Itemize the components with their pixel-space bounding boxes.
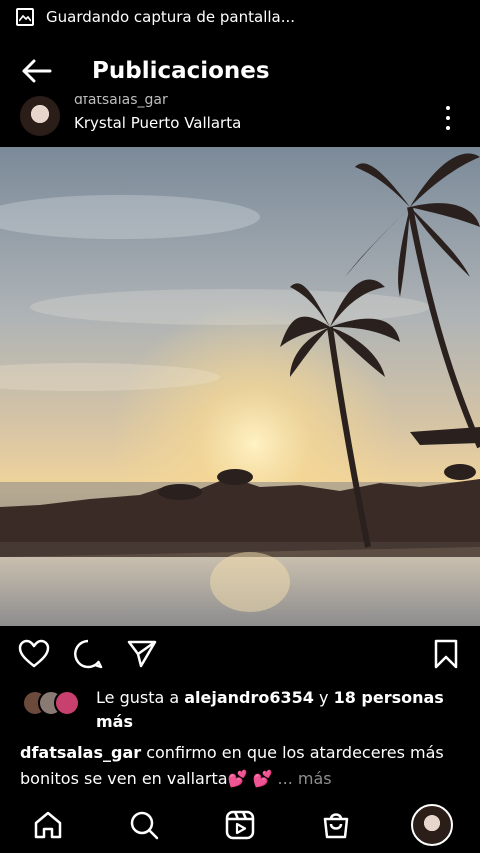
liker-avatar xyxy=(54,690,80,716)
bottom-navigation xyxy=(0,796,480,853)
nav-profile[interactable] xyxy=(408,801,456,849)
likes-prefix: Le gusta a xyxy=(96,688,185,707)
share-button[interactable] xyxy=(124,636,160,672)
top-app-bar: Publicaciones xyxy=(0,46,480,96)
post-image[interactable] xyxy=(0,147,480,626)
more-vertical-icon xyxy=(446,106,450,110)
post-author-avatar[interactable] xyxy=(20,96,60,136)
caption-ellipsis: ... xyxy=(272,769,298,788)
post-author-username[interactable]: dfatsalas_gar xyxy=(74,96,168,108)
nav-home[interactable] xyxy=(24,801,72,849)
search-icon xyxy=(130,811,159,839)
nav-search[interactable] xyxy=(120,801,168,849)
post-actions xyxy=(0,636,480,678)
home-icon xyxy=(34,811,62,838)
liker-username[interactable]: alejandro6354 xyxy=(184,688,314,707)
nav-reels[interactable] xyxy=(216,801,264,849)
bookmark-icon xyxy=(434,639,458,669)
more-dot xyxy=(446,126,450,130)
back-button[interactable] xyxy=(16,51,56,91)
caption-more-link[interactable]: más xyxy=(298,769,332,788)
status-text: Guardando captura de pantalla... xyxy=(46,8,296,26)
like-button[interactable] xyxy=(16,636,52,672)
profile-avatar xyxy=(411,803,453,846)
post-options-button[interactable] xyxy=(438,106,458,130)
post-location[interactable]: Krystal Puerto Vallarta xyxy=(74,114,241,132)
page-title: Publicaciones xyxy=(92,58,270,84)
screenshot-icon xyxy=(16,8,34,26)
comment-button[interactable] xyxy=(70,636,106,672)
shop-icon xyxy=(323,812,349,838)
send-icon xyxy=(127,640,157,668)
caption-username[interactable]: dfatsalas_gar xyxy=(20,743,141,762)
likes-text: Le gusta a alejandro6354 y 18 personas m… xyxy=(96,686,466,734)
arrow-left-icon xyxy=(22,59,52,83)
status-bar: Guardando captura de pantalla... xyxy=(0,0,480,34)
reels-icon xyxy=(225,810,255,839)
save-button[interactable] xyxy=(428,636,464,672)
post-caption: dfatsalas_gar confirmo en que los atarde… xyxy=(20,740,460,792)
heart-icon xyxy=(18,639,50,668)
post-header: dfatsalas_gar Krystal Puerto Vallarta xyxy=(0,96,480,146)
likes-middle: y xyxy=(313,688,334,707)
caption-emoji: 💕 💕 xyxy=(227,769,273,788)
comment-icon xyxy=(74,639,103,669)
liker-avatars xyxy=(22,690,86,716)
nav-shop[interactable] xyxy=(312,801,360,849)
more-dot xyxy=(446,116,450,120)
